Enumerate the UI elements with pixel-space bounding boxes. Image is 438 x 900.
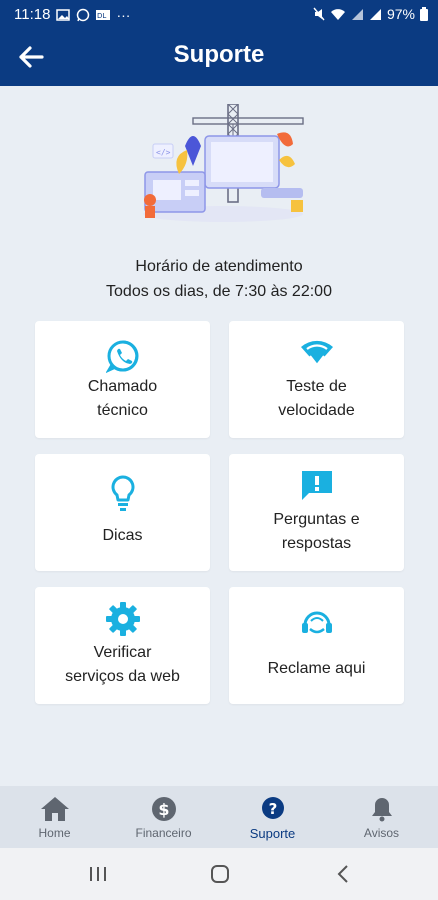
hours-schedule: Todos os dias, de 7:30 às 22:00	[106, 283, 332, 300]
app-bar: Suporte	[0, 28, 438, 86]
lightbulb-icon	[111, 475, 134, 511]
chat-alert-icon	[301, 471, 332, 500]
battery-icon	[420, 7, 428, 21]
signal-icon	[351, 8, 363, 20]
signal-icon-2	[369, 8, 381, 20]
more-notifications: ···	[116, 6, 131, 23]
dollar-icon: $	[151, 797, 176, 821]
card-label: Teste de velocidade	[278, 378, 355, 419]
nav-label: Suporte	[249, 826, 296, 841]
home-button-icon[interactable]	[200, 860, 240, 888]
back-button-icon[interactable]	[323, 860, 363, 888]
card-verificar-servicos[interactable]: Verificar serviços da web	[35, 587, 210, 704]
nav-suporte[interactable]: ? Suporte	[218, 786, 327, 848]
nav-label: Financeiro	[135, 826, 192, 840]
bottom-navigation: Home $ Financeiro ? Suporte Avisos	[0, 786, 438, 848]
card-label: Verificar serviços da web	[65, 644, 180, 685]
app-notification-icon: DL	[96, 9, 111, 20]
hours-title: Horário de atendimento	[135, 258, 303, 275]
card-label: Chamado técnico	[87, 378, 158, 419]
nav-avisos[interactable]: Avisos	[327, 786, 436, 848]
question-icon: ?	[261, 797, 284, 819]
nav-financeiro[interactable]: $ Financeiro	[109, 786, 218, 848]
card-label: Dicas	[102, 527, 143, 544]
svg-text:?: ?	[268, 800, 277, 818]
svg-text:DL: DL	[97, 12, 106, 20]
support-illustration: </>	[143, 104, 304, 222]
nav-home[interactable]: Home	[0, 786, 109, 848]
card-label: Perguntas e respostas	[273, 511, 360, 552]
headset-icon	[301, 611, 332, 634]
card-dicas[interactable]: Dicas	[35, 454, 210, 571]
recent-apps-icon[interactable]	[78, 860, 118, 888]
nav-label: Avisos	[363, 826, 400, 840]
wifi-icon	[300, 340, 333, 366]
card-chamado-tecnico[interactable]: Chamado técnico	[35, 321, 210, 438]
svg-text:$: $	[158, 800, 169, 819]
mute-icon	[313, 7, 325, 21]
card-teste-velocidade[interactable]: Teste de velocidade	[229, 321, 404, 438]
card-perguntas-respostas[interactable]: Perguntas e respostas	[229, 454, 404, 571]
battery-percent: 97%	[386, 6, 415, 22]
card-label: Reclame aqui	[267, 660, 366, 677]
card-reclame-aqui[interactable]: Reclame aqui	[229, 587, 404, 704]
home-icon	[40, 797, 69, 821]
image-notification-icon	[56, 8, 71, 21]
status-bar: 11:18 DL ··· 97%	[0, 0, 438, 28]
gear-icon	[105, 602, 140, 636]
nav-label: Home	[38, 826, 71, 840]
page-title: Suporte	[173, 41, 265, 68]
support-hours: Horário de atendimento Todos os dias, de…	[0, 254, 438, 304]
bell-icon	[371, 798, 392, 822]
system-navigation-bar	[0, 848, 438, 900]
whatsapp-notification-icon	[77, 8, 90, 21]
wifi-status-icon	[330, 8, 345, 20]
support-content: </> Horário de atendimento Todos os dias…	[0, 86, 438, 786]
whatsapp-icon	[105, 340, 138, 373]
clock: 11:18	[14, 6, 51, 23]
svg-text:</>: </>	[156, 148, 171, 157]
